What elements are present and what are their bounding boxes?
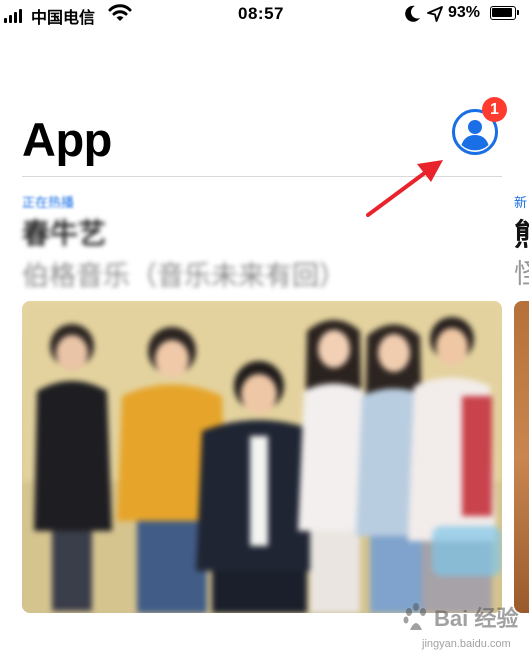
next-card-image <box>514 301 529 613</box>
page-title: App <box>22 113 112 166</box>
card-title: 春牛艺 <box>22 218 107 249</box>
clock-time: 08:57 <box>238 4 284 23</box>
card-eyebrow: 正在热播 <box>22 195 75 210</box>
battery-percentage: 93% <box>448 4 481 21</box>
header-divider <box>22 176 502 177</box>
status-bar: 中国电信 08:57 93% <box>0 0 529 30</box>
carrier-name: 中国电信 <box>31 10 96 27</box>
next-card-title: 熊 <box>514 210 529 254</box>
next-card-peek[interactable]: 新 熊 怪 <box>514 190 529 615</box>
notification-badge: 1 <box>482 97 507 122</box>
next-card-eyebrow: 新 <box>514 195 528 210</box>
featured-card[interactable]: 正在热播 春牛艺 伯格音乐（音乐未来有回） <box>22 190 502 615</box>
battery-icon <box>490 6 519 20</box>
moon-icon <box>405 5 421 28</box>
location-arrow-icon <box>427 5 443 28</box>
card-image <box>22 301 502 613</box>
cellular-signal-icon <box>4 7 26 23</box>
next-card-subtitle: 怪 <box>514 259 529 289</box>
paw-logo-icon <box>403 603 426 630</box>
watermark-url: jingyan.baidu.com <box>422 638 511 650</box>
card-subtitle: 伯格音乐（音乐未来有回） <box>22 261 346 291</box>
wifi-icon <box>108 3 132 28</box>
watermark: Bai 经验 jingyan.baidu.com <box>402 600 527 655</box>
watermark-text: Bai 经验 <box>434 606 519 631</box>
